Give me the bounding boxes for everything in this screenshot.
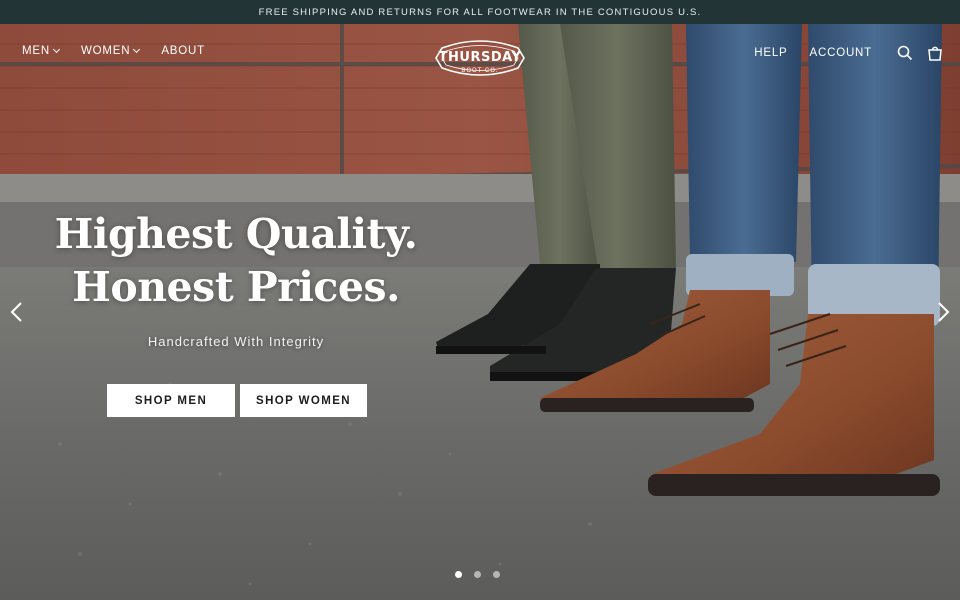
announcement-text: FREE SHIPPING AND RETURNS FOR ALL FOOTWE… xyxy=(258,6,702,18)
chevron-down-icon xyxy=(52,45,61,54)
nav-item-about[interactable]: ABOUT xyxy=(161,45,205,57)
shopping-bag-icon[interactable] xyxy=(924,42,946,64)
hero-headline-line-2: Honest Prices. xyxy=(72,263,400,311)
logo-wordmark: THURSDAY xyxy=(438,50,522,65)
nav-item-help[interactable]: HELP xyxy=(754,47,787,59)
slider-pagination xyxy=(455,571,500,578)
hero-headline: Highest Quality. Honest Prices. xyxy=(40,208,432,314)
nav-item-help-label: HELP xyxy=(754,47,788,59)
slider-prev-arrow-icon[interactable] xyxy=(6,300,28,324)
nav-right: HELP ACCOUNT xyxy=(754,42,946,64)
nav-item-account-label: ACCOUNT xyxy=(809,47,872,59)
nav-item-about-label: ABOUT xyxy=(161,45,205,57)
slider-next-arrow-icon[interactable] xyxy=(932,300,954,324)
hero-subheadline: Handcrafted With Integrity xyxy=(147,334,325,349)
nav-left: MEN WOMEN ABOUT xyxy=(22,45,205,57)
shop-women-button[interactable]: SHOP WOMEN xyxy=(240,384,367,417)
slider-dot-1[interactable] xyxy=(455,571,462,578)
nav-item-women[interactable]: WOMEN xyxy=(80,45,141,57)
nav-item-men[interactable]: MEN xyxy=(22,45,61,57)
logo-subtext: BOOT CO. xyxy=(461,68,499,74)
logo-badge xyxy=(435,40,525,76)
slider-dot-3[interactable] xyxy=(493,571,500,578)
search-icon[interactable] xyxy=(894,42,916,64)
nav-item-account[interactable]: ACCOUNT xyxy=(810,47,872,59)
chevron-down-icon xyxy=(133,45,141,54)
announcement-bar: FREE SHIPPING AND RETURNS FOR ALL FOOTWE… xyxy=(0,0,960,24)
brand-logo[interactable]: THURSDAY BOOT CO. xyxy=(432,36,528,94)
shop-men-button[interactable]: SHOP MEN xyxy=(107,384,235,417)
slider-dot-2[interactable] xyxy=(474,571,481,578)
hero-headline-line-1: Highest Quality. xyxy=(54,210,418,258)
nav-item-women-label: WOMEN xyxy=(80,45,131,57)
nav-item-men-label: MEN xyxy=(22,45,50,57)
